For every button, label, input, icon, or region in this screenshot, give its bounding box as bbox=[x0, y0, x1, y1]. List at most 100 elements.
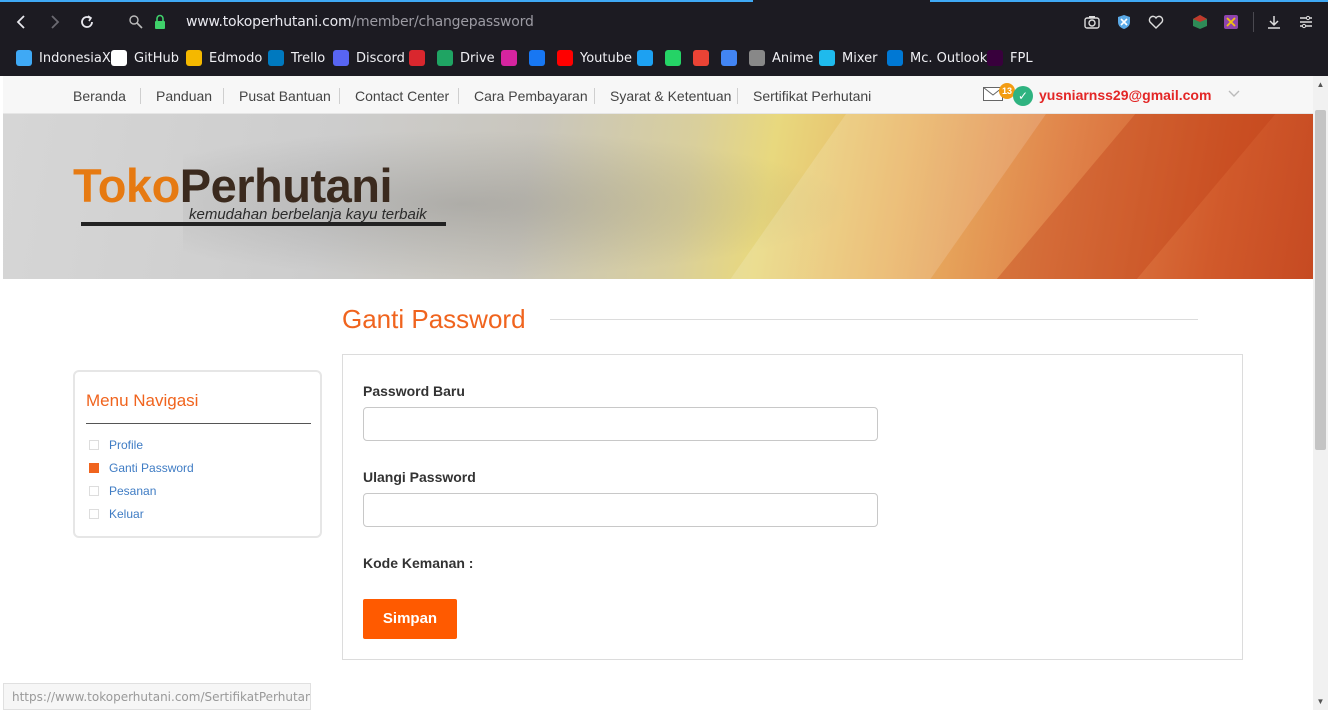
bookmark-label: GitHub bbox=[134, 50, 180, 66]
scrollbar-thumb[interactable] bbox=[1315, 110, 1326, 450]
new-password-input[interactable] bbox=[363, 407, 878, 441]
bookmark-label: Youtube bbox=[580, 50, 632, 66]
scroll-up-icon[interactable]: ▲ bbox=[1313, 78, 1328, 92]
bookmark-youtube[interactable]: Youtube bbox=[557, 48, 632, 68]
site-settings-icon[interactable] bbox=[128, 14, 144, 30]
navigation-menu: Menu Navigasi Profile Ganti Password Pes… bbox=[73, 370, 322, 538]
nav-beranda[interactable]: Beranda bbox=[73, 88, 126, 104]
site-tagline: kemudahan berbelanja kayu terbaik bbox=[189, 206, 427, 223]
bookmark-edmodo[interactable]: Edmodo bbox=[186, 48, 262, 68]
menu-item-ganti-password[interactable]: Ganti Password bbox=[89, 461, 194, 475]
toolbar-separator bbox=[1253, 12, 1254, 32]
menu-item-keluar[interactable]: Keluar bbox=[89, 507, 144, 521]
menu-item-profile[interactable]: Profile bbox=[89, 438, 143, 452]
bullet-icon bbox=[89, 486, 99, 496]
bookmark-github[interactable]: GitHub bbox=[111, 48, 179, 68]
settings-menu-icon[interactable] bbox=[1297, 13, 1315, 31]
youtube-icon bbox=[557, 50, 573, 66]
outlook-icon bbox=[887, 50, 903, 66]
bookmark-fpl[interactable]: FPL bbox=[987, 48, 1033, 68]
address-bar-url[interactable]: www.tokoperhutani.com/member/changepassw… bbox=[186, 14, 534, 30]
cube-extension-icon[interactable] bbox=[1191, 13, 1209, 31]
indonesiax-icon bbox=[16, 50, 32, 66]
logo-perhutani: Perhutani bbox=[179, 159, 393, 212]
bookmark-instagram[interactable] bbox=[501, 48, 524, 68]
bookmarks-bar: IndonesiaX GitHub Edmodo Trello Discord Drive… bbox=[0, 44, 1328, 72]
verified-check-icon: ✓ bbox=[1013, 86, 1033, 106]
save-button[interactable]: Simpan bbox=[363, 599, 457, 639]
bookmark-whatsapp[interactable] bbox=[665, 48, 688, 68]
nav-cara-pembayaran[interactable]: Cara Pembayaran bbox=[474, 88, 588, 104]
nav-pusat-bantuan[interactable]: Pusat Bantuan bbox=[239, 88, 331, 104]
trello-icon bbox=[268, 50, 284, 66]
bullet-icon bbox=[89, 509, 99, 519]
bookmark-label: Trello bbox=[291, 50, 326, 66]
bookmark-label: Mc. Outlook bbox=[910, 50, 988, 66]
bullet-active-icon bbox=[89, 463, 99, 473]
forward-button[interactable] bbox=[44, 12, 64, 32]
url-path: /member/changepassword bbox=[351, 14, 534, 30]
bookmark-label: IndonesiaX bbox=[39, 50, 111, 66]
repeat-password-label: Ulangi Password bbox=[363, 469, 476, 485]
nav-sertifikat-perhutani[interactable]: Sertifikat Perhutani bbox=[753, 88, 871, 104]
bookmark-indonesiax[interactable]: IndonesiaX bbox=[16, 48, 111, 68]
forward-arrow-icon bbox=[51, 15, 60, 29]
link-status-bar: https://www.tokoperhutani.com/Sertifikat… bbox=[3, 683, 311, 710]
site-logo[interactable]: TokoPerhutani bbox=[73, 159, 393, 212]
chevron-down-icon[interactable] bbox=[1228, 88, 1240, 98]
bookmark-trello[interactable]: Trello bbox=[268, 48, 325, 68]
bookmark-google[interactable] bbox=[721, 48, 744, 68]
scroll-down-icon[interactable]: ▼ bbox=[1313, 695, 1328, 709]
bookmark-drive[interactable]: Drive bbox=[437, 48, 495, 68]
mega-icon bbox=[409, 50, 425, 66]
bookmark-facebook[interactable] bbox=[529, 48, 552, 68]
menu-item-label: Keluar bbox=[109, 507, 144, 521]
bookmark-mega[interactable] bbox=[409, 48, 432, 68]
lock-icon[interactable] bbox=[153, 14, 167, 30]
menu-item-pesanan[interactable]: Pesanan bbox=[89, 484, 156, 498]
security-code-label: Kode Kemanan : bbox=[363, 555, 474, 571]
bookmark-label: Edmodo bbox=[209, 50, 263, 66]
title-divider bbox=[550, 319, 1198, 320]
bookmark-discord[interactable]: Discord bbox=[333, 48, 405, 68]
change-password-form: Password Baru Ulangi Password Kode Keman… bbox=[342, 354, 1243, 660]
bookmark-gmail[interactable] bbox=[693, 48, 716, 68]
heart-icon[interactable] bbox=[1147, 13, 1165, 31]
back-button[interactable] bbox=[12, 12, 32, 32]
bookmark-twitter[interactable] bbox=[637, 48, 660, 68]
nav-syarat-ketentuan[interactable]: Syarat & Ketentuan bbox=[610, 88, 731, 104]
browser-chrome: www.tokoperhutani.com/member/changepassw… bbox=[0, 0, 1328, 76]
camera-icon[interactable] bbox=[1083, 13, 1101, 31]
bookmark-mixer[interactable]: Mixer bbox=[819, 48, 877, 68]
user-email[interactable]: yusniarnss29@gmail.com bbox=[1039, 87, 1211, 103]
instagram-icon bbox=[501, 50, 517, 66]
bookmark-label: Mixer bbox=[842, 50, 878, 66]
reload-button[interactable] bbox=[77, 12, 97, 32]
repeat-password-input[interactable] bbox=[363, 493, 878, 527]
address-bar-row: www.tokoperhutani.com/member/changepassw… bbox=[0, 0, 1328, 44]
bookmark-outlook[interactable]: Mc. Outlook bbox=[887, 48, 987, 68]
download-icon[interactable] bbox=[1265, 13, 1283, 31]
nav-divider bbox=[458, 88, 459, 104]
mixer-icon bbox=[819, 50, 835, 66]
nav-contact-center[interactable]: Contact Center bbox=[355, 88, 449, 104]
nav-panduan[interactable]: Panduan bbox=[156, 88, 212, 104]
reload-icon bbox=[81, 15, 93, 28]
edmodo-icon bbox=[186, 50, 202, 66]
menu-title: Menu Navigasi bbox=[86, 391, 199, 410]
nav-divider bbox=[737, 88, 738, 104]
drive-icon bbox=[437, 50, 453, 66]
bookmark-label: Anime bbox=[772, 50, 814, 66]
discord-icon bbox=[333, 50, 349, 66]
purple-extension-icon[interactable] bbox=[1222, 13, 1240, 31]
gmail-icon bbox=[693, 50, 709, 66]
anime-icon bbox=[749, 50, 765, 66]
menu-divider bbox=[86, 423, 311, 424]
bookmark-anime[interactable]: Anime bbox=[749, 48, 813, 68]
nav-divider bbox=[140, 88, 141, 104]
shield-extension-icon[interactable] bbox=[1115, 13, 1133, 31]
header-banner: TokoPerhutani kemudahan berbelanja kayu … bbox=[3, 114, 1313, 279]
twitter-icon bbox=[637, 50, 653, 66]
web-page: Beranda Panduan Pusat Bantuan Contact Ce… bbox=[3, 76, 1313, 710]
top-navigation: Beranda Panduan Pusat Bantuan Contact Ce… bbox=[3, 76, 1313, 114]
